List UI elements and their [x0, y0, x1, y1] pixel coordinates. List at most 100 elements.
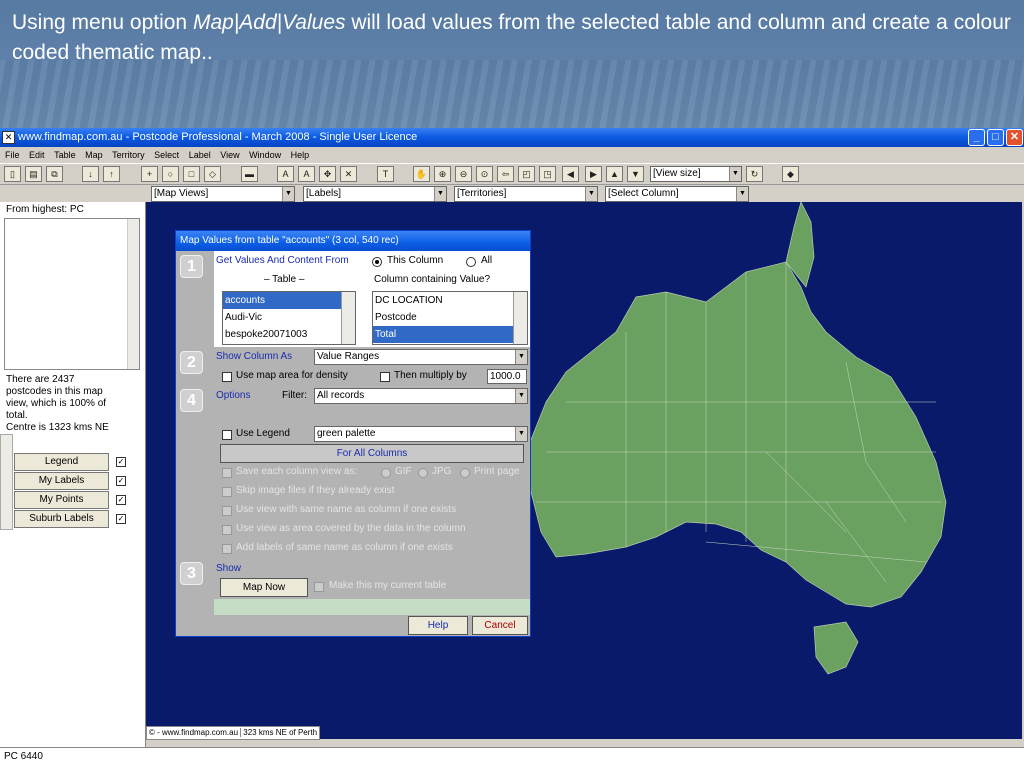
sort-descending-icon[interactable]: ↑ [103, 166, 120, 182]
arrow-right-icon[interactable]: ▶ [585, 166, 602, 182]
save-view-checkbox[interactable] [222, 468, 232, 478]
view-prev-icon[interactable]: ◰ [518, 166, 535, 182]
menu-map[interactable]: Map [85, 147, 103, 163]
minimize-button[interactable]: _ [968, 129, 985, 146]
menu-label[interactable]: Label [189, 147, 211, 163]
map-views-select[interactable]: [Map Views] ▼ [151, 186, 295, 202]
use-area-checkbox[interactable] [222, 525, 232, 535]
view-next-icon[interactable]: ◳ [539, 166, 556, 182]
back-icon[interactable]: ⇦ [497, 166, 514, 182]
crosshair-icon[interactable]: + [141, 166, 158, 182]
density-checkbox[interactable] [222, 372, 232, 382]
table-item[interactable]: Audi-Vic [223, 309, 355, 326]
palette-select[interactable]: green palette ▼ [314, 426, 528, 442]
menu-window[interactable]: Window [249, 147, 281, 163]
delete-label-icon[interactable]: ✕ [340, 166, 357, 182]
print-icon[interactable]: ▤ [25, 166, 42, 182]
heading-menu-path: Map|Add|Values [192, 11, 346, 34]
hand-icon[interactable]: ✋ [413, 166, 430, 182]
filter-label: Filter: [282, 390, 307, 401]
table-item[interactable]: accounts [223, 292, 355, 309]
my-labels-checkbox[interactable]: ✓ [116, 476, 126, 486]
help-button[interactable]: Help [408, 616, 468, 635]
multiply-checkbox[interactable] [380, 372, 390, 382]
menu-territory[interactable]: Territory [112, 147, 145, 163]
sort-ascending-icon[interactable]: ↓ [82, 166, 99, 182]
map-copyright: © - www.findmap.com.au 323 kms NE of Per… [146, 726, 321, 740]
chevron-down-icon: ▼ [515, 427, 527, 441]
show-as-select[interactable]: Value Ranges ▼ [314, 349, 528, 365]
value-list[interactable] [4, 218, 140, 370]
use-view-checkbox[interactable] [222, 506, 232, 516]
column-list[interactable]: DC LOCATION Postcode Total [372, 291, 528, 345]
table-item[interactable]: bespoke20071003 [223, 326, 355, 343]
arrow-up-icon[interactable]: ▲ [606, 166, 623, 182]
circle-icon[interactable]: ○ [162, 166, 179, 182]
menu-view[interactable]: View [220, 147, 239, 163]
menu-table[interactable]: Table [54, 147, 76, 163]
territories-value: [Territories] [457, 188, 507, 199]
add-labels-checkbox[interactable] [222, 544, 232, 554]
book-icon[interactable]: ◆ [782, 166, 799, 182]
column-header: Column containing Value? [374, 274, 491, 285]
refresh-icon[interactable]: ↻ [746, 166, 763, 182]
scrollbar[interactable] [513, 292, 527, 344]
all-radio[interactable] [466, 257, 476, 267]
copy-icon[interactable]: ⧉ [46, 166, 63, 182]
view-size-select[interactable]: [View size] ▼ [650, 166, 742, 182]
menu-select[interactable]: Select [154, 147, 179, 163]
print-page-radio[interactable] [460, 468, 470, 478]
label-a-icon[interactable]: A [277, 166, 294, 182]
menu-edit[interactable]: Edit [29, 147, 45, 163]
territories-select[interactable]: [Territories] ▼ [454, 186, 598, 202]
close-button[interactable]: ✕ [1006, 129, 1023, 146]
column-item[interactable]: Total [373, 326, 527, 343]
map-now-button[interactable]: Map Now [220, 578, 308, 597]
selector-row: [Map Views] ▼ [Labels] ▼ [Territories] ▼ [S… [0, 185, 1024, 202]
status-bar: PC 6440 [0, 747, 1024, 768]
use-legend-checkbox[interactable] [222, 430, 232, 440]
zoom-out-icon[interactable]: ⊖ [455, 166, 472, 182]
my-points-checkbox[interactable]: ✓ [116, 495, 126, 505]
ruler-icon[interactable]: ▬ [241, 166, 258, 182]
skip-checkbox[interactable] [222, 487, 232, 497]
jpg-radio[interactable] [418, 468, 428, 478]
gif-radio[interactable] [381, 468, 391, 478]
select-column-select[interactable]: [Select Column] ▼ [605, 186, 749, 202]
zoom-window-icon[interactable]: ⊙ [476, 166, 493, 182]
my-labels-button[interactable]: My Labels [14, 472, 109, 490]
table-list[interactable]: accounts Audi-Vic bespoke20071003 [222, 291, 356, 345]
multiply-input[interactable]: 1000.0 [487, 369, 527, 384]
maximize-button[interactable]: □ [987, 129, 1004, 146]
scrollbar[interactable] [127, 219, 139, 369]
menu-file[interactable]: File [5, 147, 20, 163]
legend-checkbox[interactable]: ✓ [116, 457, 126, 467]
column-item[interactable]: Postcode [373, 309, 527, 326]
scrollbar[interactable] [341, 292, 355, 344]
gif-label: GIF [395, 466, 412, 477]
text-icon[interactable]: T [377, 166, 394, 182]
labels-select[interactable]: [Labels] ▼ [303, 186, 447, 202]
column-item[interactable]: DC LOCATION [373, 292, 527, 309]
add-labels-label: Add labels of same name as column if one… [236, 542, 453, 553]
menu-help[interactable]: Help [291, 147, 310, 163]
arrow-left-icon[interactable]: ◀ [562, 166, 579, 182]
for-all-columns-button[interactable]: For All Columns [220, 444, 524, 463]
side-scrollbar[interactable] [0, 434, 13, 530]
arrow-down-icon[interactable]: ▼ [627, 166, 644, 182]
new-icon[interactable]: ▯ [4, 166, 21, 182]
this-column-radio[interactable] [372, 257, 382, 267]
legend-button[interactable]: Legend [14, 453, 109, 471]
label-a2-icon[interactable]: A [298, 166, 315, 182]
cancel-button[interactable]: Cancel [472, 616, 528, 635]
zoom-in-icon[interactable]: ⊕ [434, 166, 451, 182]
square-icon[interactable]: □ [183, 166, 200, 182]
my-points-button[interactable]: My Points [14, 491, 109, 509]
suburb-labels-button[interactable]: Suburb Labels [14, 510, 109, 528]
suburb-labels-checkbox[interactable]: ✓ [116, 514, 126, 524]
polygon-icon[interactable]: ◇ [204, 166, 221, 182]
move-icon[interactable]: ✥ [319, 166, 336, 182]
make-current-checkbox[interactable] [314, 582, 324, 592]
filter-select[interactable]: All records ▼ [314, 388, 528, 404]
multiply-label: Then multiply by [394, 370, 467, 381]
